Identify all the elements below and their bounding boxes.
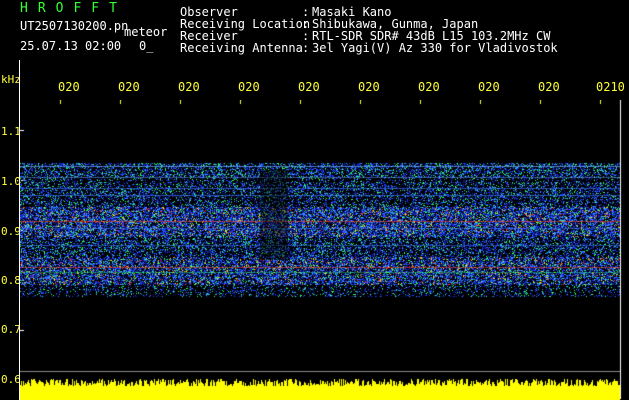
frequency-tick-label: 1.0	[1, 175, 21, 188]
sub-label: 0_	[139, 39, 154, 53]
file-name: UT2507130200.pn	[20, 19, 129, 33]
time-tick-label: 020	[58, 80, 80, 94]
meta-sep: :	[302, 41, 310, 55]
time-tick-label: 0210	[596, 80, 625, 94]
time-tick-label: 020	[118, 80, 140, 94]
spectrogram-plot	[20, 100, 624, 400]
time-tick-label: 020	[178, 80, 200, 94]
time-tick-label: 020	[538, 80, 560, 94]
meta-key-antenna: Receiving Antenna	[180, 41, 303, 55]
time-tick-label: 020	[478, 80, 500, 94]
time-tick-label: 020	[238, 80, 260, 94]
time-tick-label: 020	[298, 80, 320, 94]
observation-datetime: 25.07.13 02:00	[20, 39, 122, 53]
frequency-tick-label: 0.8	[1, 274, 21, 287]
frequency-tick-label: 0.9	[1, 225, 21, 238]
time-tick-label: 020	[358, 80, 380, 94]
meta-value-antenna: 3el Yagi(V) Az 330 for Vladivostok	[312, 41, 558, 55]
observation-kind: meteor	[124, 25, 168, 39]
app-brand: HROFFT	[20, 1, 127, 16]
frequency-tick-label: 0.7	[1, 323, 21, 336]
frequency-tick-label: 0.6	[1, 373, 21, 386]
time-tick-label: 020	[418, 80, 440, 94]
frequency-unit-label: kHz	[1, 73, 21, 86]
frequency-tick-label: 1.1	[1, 125, 21, 138]
